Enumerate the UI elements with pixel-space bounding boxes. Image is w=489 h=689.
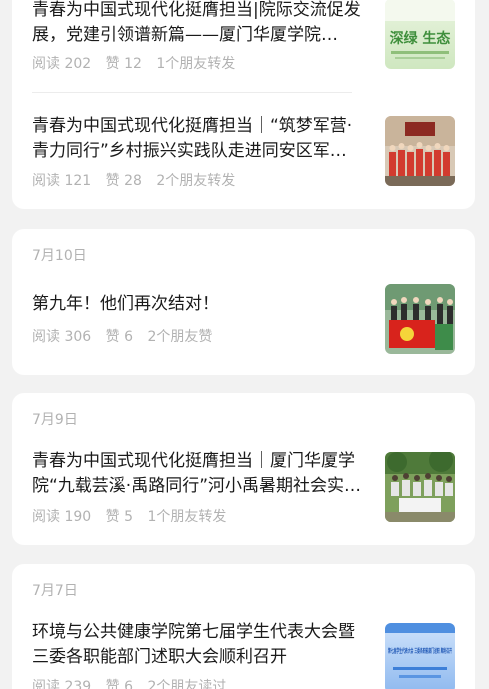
article-item[interactable]: 第九年！他们再次结对！ 阅读 306 赞 6 2个朋友赞: [12, 269, 475, 375]
like-count: 赞 12: [105, 56, 142, 72]
date-label: 7月10日: [32, 248, 87, 264]
like-count: 赞 6: [105, 679, 133, 689]
article-thumbnail[interactable]: 第七届学生代表大会 三委各职能部门述职 顺利召开: [385, 623, 455, 689]
article-item[interactable]: 环境与公共健康学院第七届学生代表大会暨三委各职能部门述职大会顺利召开 阅读 23…: [12, 604, 475, 689]
article-item[interactable]: 青春为中国式现代化挺膺担当|院际交流促发展，党建引领谱新篇——厦门华厦学院… 阅…: [12, 0, 475, 90]
article-meta: 阅读 202 赞 12 1个朋友转发: [32, 53, 245, 73]
article-thumbnail[interactable]: [385, 284, 455, 354]
article-meta: 阅读 239 赞 6 2个朋友读过: [32, 676, 236, 689]
article-title[interactable]: 青春为中国式现代化挺膺担当｜厦门华厦学院“九载芸溪·禹路同行”河小禹暑期社会实…: [32, 449, 366, 499]
friend-activity: 2个朋友转发: [156, 173, 236, 189]
date-label: 7月7日: [32, 583, 78, 599]
eco-banner-image: 深绿 生态: [385, 0, 455, 69]
article-meta: 阅读 306 赞 6 2个朋友赞: [32, 326, 222, 346]
date-label: 7月9日: [32, 412, 78, 428]
read-count: 阅读 239: [32, 679, 92, 689]
party-flag-photo-image: [385, 284, 455, 354]
group-photo-image: [385, 116, 455, 186]
article-thumbnail[interactable]: [385, 452, 455, 522]
article-item[interactable]: 青春为中国式现代化挺膺担当｜厦门华厦学院“九载芸溪·禹路同行”河小禹暑期社会实……: [12, 433, 475, 545]
date-group-card: 7月9日 青春为中国式现代化挺膺担当｜厦门华厦学院“九载芸溪·禹路同行”河小禹暑…: [12, 393, 475, 545]
article-meta: 阅读 121 赞 28 2个朋友转发: [32, 170, 245, 190]
read-count: 阅读 190: [32, 509, 92, 525]
article-item[interactable]: 青春为中国式现代化挺膺担当｜“筑梦军营·青力同行”乡村振兴实践队走进同安区军… …: [12, 93, 475, 209]
article-title[interactable]: 青春为中国式现代化挺膺担当｜“筑梦军营·青力同行”乡村振兴实践队走进同安区军…: [32, 114, 366, 164]
date-group-card: 7月10日 第九年！他们再次结对！ 阅读 306 赞 6 2个朋友赞: [12, 229, 475, 375]
like-count: 赞 28: [105, 173, 142, 189]
congress-banner-image: 第七届学生代表大会 三委各职能部门述职 顺利召开: [385, 623, 455, 689]
friend-activity: 2个朋友读过: [147, 679, 227, 689]
date-group-card: 青春为中国式现代化挺膺担当|院际交流促发展，党建引领谱新篇——厦门华厦学院… 阅…: [12, 0, 475, 209]
read-count: 阅读 121: [32, 173, 92, 189]
article-title[interactable]: 环境与公共健康学院第七届学生代表大会暨三委各职能部门述职大会顺利召开: [32, 620, 366, 670]
article-title[interactable]: 青春为中国式现代化挺膺担当|院际交流促发展，党建引领谱新篇——厦门华厦学院…: [32, 0, 366, 48]
thumb-caption: 第七届学生代表大会 三委各职能部门述职 顺利召开: [388, 647, 452, 655]
friend-activity: 1个朋友转发: [156, 56, 236, 72]
article-meta: 阅读 190 赞 5 1个朋友转发: [32, 506, 236, 526]
article-thumbnail[interactable]: [385, 116, 455, 186]
article-thumbnail[interactable]: 深绿 生态: [385, 0, 455, 69]
read-count: 阅读 306: [32, 329, 92, 345]
thumb-caption: 深绿 生态: [390, 30, 451, 47]
like-count: 赞 6: [105, 329, 133, 345]
read-count: 阅读 202: [32, 56, 92, 72]
friend-activity: 1个朋友转发: [147, 509, 227, 525]
article-title[interactable]: 第九年！他们再次结对！: [32, 292, 366, 317]
like-count: 赞 5: [105, 509, 133, 525]
date-group-card: 7月7日 环境与公共健康学院第七届学生代表大会暨三委各职能部门述职大会顺利召开 …: [12, 564, 475, 689]
outdoor-group-photo-image: [385, 452, 455, 522]
friend-activity: 2个朋友赞: [147, 329, 213, 345]
